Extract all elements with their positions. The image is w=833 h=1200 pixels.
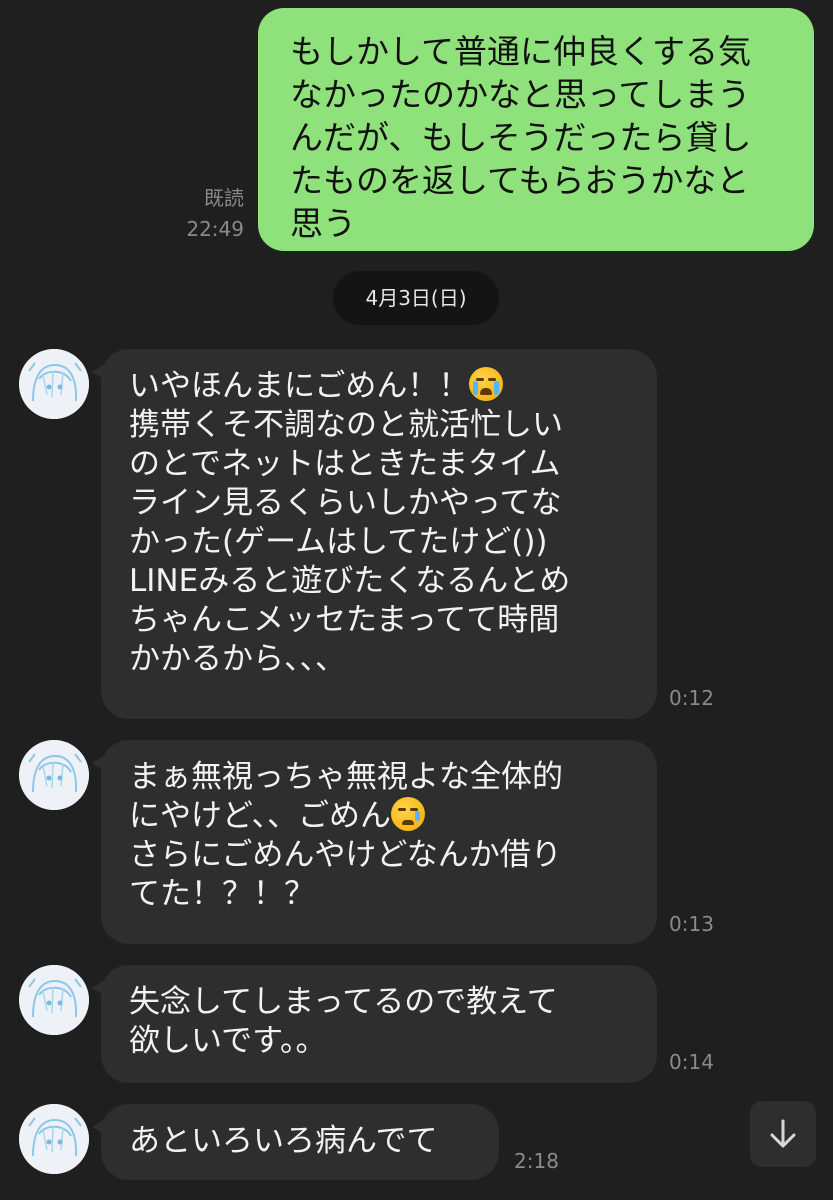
avatar[interactable] [19,965,89,1035]
avatar-icon [19,1104,89,1174]
avatar[interactable] [19,1104,89,1174]
avatar[interactable] [19,349,89,419]
received-message-bubble[interactable]: 失念してしまってるので教えて 欲しいです。。 [92,965,657,1083]
scroll-to-bottom-button[interactable] [750,1101,816,1167]
message-text: 携帯くそ不調なのと就活忙しい のとでネットはときたまタイム ライン見るくらいしか… [129,407,571,677]
received-message-bubble[interactable]: いやほんまにごめん！！ 携帯くそ不調なのと就活忙しい のとでネットはときたまタイ… [92,349,657,719]
message-text: さらにごめんやけどなんか借り てた！？！？ [129,837,562,912]
crying-face-icon [390,797,425,831]
message-text: いやほんまにごめん！！ [129,368,470,404]
avatar-icon [19,740,89,810]
sent-message-time: 22:49 [186,217,244,241]
received-message-time: 0:13 [669,912,714,936]
received-message-bubble[interactable]: まぁ無視っちゃ無視よな全体的 にやけど、、ごめん さらにごめんやけどなんか借り … [92,740,657,944]
date-separator: 4月3日(日) [333,271,499,325]
chat-view: 既読 22:49 もしかして普通に仲良くする気 なかったのかなと思ってしまう ん… [0,0,833,1200]
sent-message-meta: 既読 22:49 [186,183,244,245]
received-message-time: 0:14 [669,1050,714,1074]
loudly-crying-face-icon [469,367,504,401]
avatar-icon [19,349,89,419]
sent-message-bubble[interactable]: もしかして普通に仲良くする気 なかったのかなと思ってしまう んだが、もしそうだっ… [258,8,814,251]
avatar-icon [19,965,89,1035]
avatar[interactable] [19,740,89,810]
received-message-bubble[interactable]: あといろいろ病んでて [92,1104,499,1180]
arrow-down-icon [770,1119,796,1148]
message-text: まぁ無視っちゃ無視よな全体的 にやけど、、ごめん [129,759,563,834]
received-message-time: 2:18 [514,1149,559,1173]
received-message-time: 0:12 [669,686,714,710]
read-receipt: 既読 [204,186,244,210]
